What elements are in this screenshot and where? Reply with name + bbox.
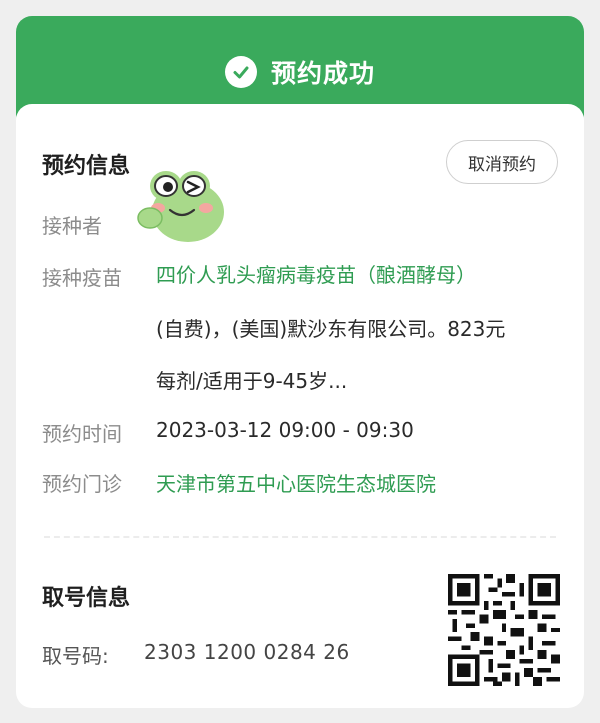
vaccine-name: 四价人乳头瘤病毒疫苗（酿酒酵母）: [156, 263, 476, 287]
vaccine-label: 接种疫苗: [42, 266, 122, 290]
vaccine-detail-line: (自费)，(美国)默沙东有限公司。823元: [156, 317, 506, 341]
cancel-booking-button[interactable]: 取消预约: [446, 140, 558, 184]
frog-sticker: [137, 171, 224, 242]
recipient-label: 接种者: [42, 214, 102, 238]
booking-card: 预约信息 取消预约 接种者 接种疫苗 四价人乳头瘤病毒疫苗（酿酒酵母） (自费)…: [16, 104, 584, 708]
clinic-value: 天津市第五中心医院生态城医院: [156, 472, 436, 496]
vaccine-detail-line: 每剂/适用于9-45岁...: [156, 369, 348, 393]
clinic-label: 预约门诊: [42, 472, 122, 496]
booking-info-title: 预约信息: [42, 154, 131, 179]
ticket-number-value: 2303 1200 0284 26: [144, 640, 350, 664]
divider: [44, 536, 556, 538]
check-circle-icon: [224, 56, 257, 88]
ticket-number-label: 取号码:: [42, 644, 109, 668]
ticket-info-title: 取号信息: [42, 586, 131, 611]
time-label: 预约时间: [42, 422, 122, 446]
success-title: 预约成功: [270, 59, 375, 88]
time-value: 2023-03-12 09:00 - 09:30: [156, 418, 414, 442]
qr-code[interactable]: [448, 574, 560, 686]
